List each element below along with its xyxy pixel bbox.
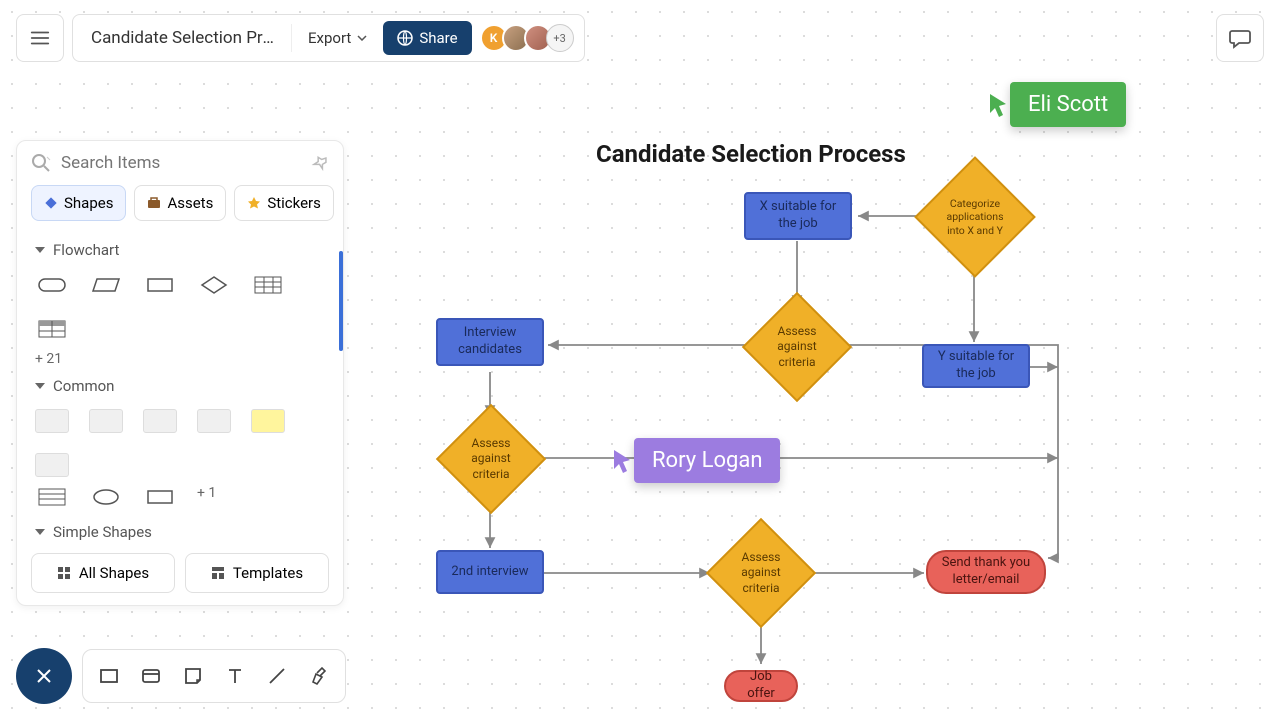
speech-bubble-icon (1228, 26, 1252, 50)
globe-icon (397, 30, 413, 46)
common-more[interactable]: + 1 (197, 485, 216, 509)
shapes-panel: Shapes Assets Stickers Flowchart + 21 Co (16, 140, 344, 606)
shape-common-6[interactable] (35, 453, 69, 477)
collaborator-avatars[interactable]: K +3 (480, 24, 574, 52)
section-label: Common (53, 377, 114, 395)
node-assess-3[interactable]: Assess against criteria (722, 534, 800, 612)
cursor-label: Rory Logan (634, 438, 780, 483)
node-job-offer[interactable]: Job offer (724, 670, 798, 702)
tool-highlighter[interactable] (299, 656, 339, 696)
button-label: All Shapes (79, 564, 149, 582)
node-y-suitable[interactable]: Y suitable for the job (922, 344, 1030, 388)
shape-sticky-note[interactable] (251, 409, 285, 433)
cursor-icon (612, 448, 634, 474)
close-tools-button[interactable] (16, 648, 72, 704)
section-label: Flowchart (53, 241, 119, 259)
tab-shapes[interactable]: Shapes (31, 185, 126, 221)
share-button[interactable]: Share (383, 21, 471, 55)
node-interview[interactable]: Interview candidates (436, 318, 544, 366)
tab-label: Shapes (64, 194, 113, 212)
node-categorize[interactable]: Categorize applications into X and Y (932, 174, 1018, 260)
collaborator-cursor-eli: Eli Scott (988, 82, 1126, 127)
tool-sticky[interactable] (173, 656, 213, 696)
shape-table-header[interactable] (35, 317, 69, 341)
node-second-interview[interactable]: 2nd interview (436, 550, 544, 594)
tool-line[interactable] (257, 656, 297, 696)
diagram-title[interactable]: Candidate Selection Process (596, 140, 906, 168)
tool-card[interactable] (131, 656, 171, 696)
scrollbar[interactable] (339, 251, 343, 351)
diamond-icon (44, 196, 58, 210)
export-button[interactable]: Export (300, 23, 375, 53)
shape-terminator[interactable] (35, 273, 69, 297)
document-title[interactable]: Candidate Selection Pro... (83, 28, 283, 48)
tab-assets[interactable]: Assets (134, 185, 226, 221)
cursor-icon (988, 92, 1010, 118)
shape-common-2[interactable] (89, 409, 123, 433)
comment-button[interactable] (1216, 14, 1264, 62)
caret-down-icon (35, 247, 45, 253)
button-label: Templates (233, 564, 303, 582)
search-input[interactable] (61, 153, 303, 173)
tab-label: Assets (167, 194, 213, 212)
close-icon (35, 667, 53, 685)
shape-parallelogram[interactable] (89, 273, 123, 297)
share-label: Share (419, 29, 457, 47)
node-x-suitable[interactable]: X suitable for the job (744, 192, 852, 240)
section-label: Simple Shapes (53, 523, 152, 541)
shape-ellipse[interactable] (89, 485, 123, 509)
flowchart-more[interactable]: + 21 (35, 345, 325, 367)
caret-down-icon (35, 529, 45, 535)
node-assess-1[interactable]: Assess against criteria (758, 308, 836, 386)
bottom-toolbar (16, 648, 346, 704)
all-shapes-button[interactable]: All Shapes (31, 553, 175, 593)
star-icon (247, 196, 261, 210)
layout-icon (211, 566, 225, 580)
chevron-down-icon (357, 35, 367, 41)
cursor-label: Eli Scott (1010, 82, 1126, 127)
tool-text[interactable] (215, 656, 255, 696)
shape-table[interactable] (251, 273, 285, 297)
avatar-more[interactable]: +3 (546, 24, 574, 52)
shape-common-4[interactable] (197, 409, 231, 433)
section-flowchart[interactable]: Flowchart (35, 241, 325, 259)
shape-table-rows[interactable] (35, 485, 69, 509)
shape-rectangle[interactable] (143, 273, 177, 297)
shape-rect[interactable] (143, 485, 177, 509)
node-thankyou[interactable]: Send thank you letter/email (926, 550, 1046, 594)
top-toolbar: Candidate Selection Pro... Export Share … (16, 14, 585, 62)
tab-stickers[interactable]: Stickers (234, 185, 334, 221)
briefcase-icon (147, 196, 161, 210)
hamburger-icon (29, 27, 51, 49)
caret-down-icon (35, 383, 45, 389)
shape-diamond[interactable] (197, 273, 231, 297)
grid-icon (57, 566, 71, 580)
tab-label: Stickers (267, 194, 321, 212)
templates-button[interactable]: Templates (185, 553, 329, 593)
node-assess-2[interactable]: Assess against criteria (452, 420, 530, 498)
collaborator-cursor-rory: Rory Logan (612, 438, 780, 483)
search-icon (31, 153, 51, 173)
tool-rect[interactable] (89, 656, 129, 696)
pin-icon[interactable] (310, 152, 333, 175)
section-common[interactable]: Common (35, 377, 325, 395)
shape-common-3[interactable] (143, 409, 177, 433)
section-simple-shapes[interactable]: Simple Shapes (35, 523, 325, 541)
export-label: Export (308, 29, 351, 47)
menu-button[interactable] (16, 14, 64, 62)
shape-common-1[interactable] (35, 409, 69, 433)
top-group: Candidate Selection Pro... Export Share … (72, 14, 585, 62)
